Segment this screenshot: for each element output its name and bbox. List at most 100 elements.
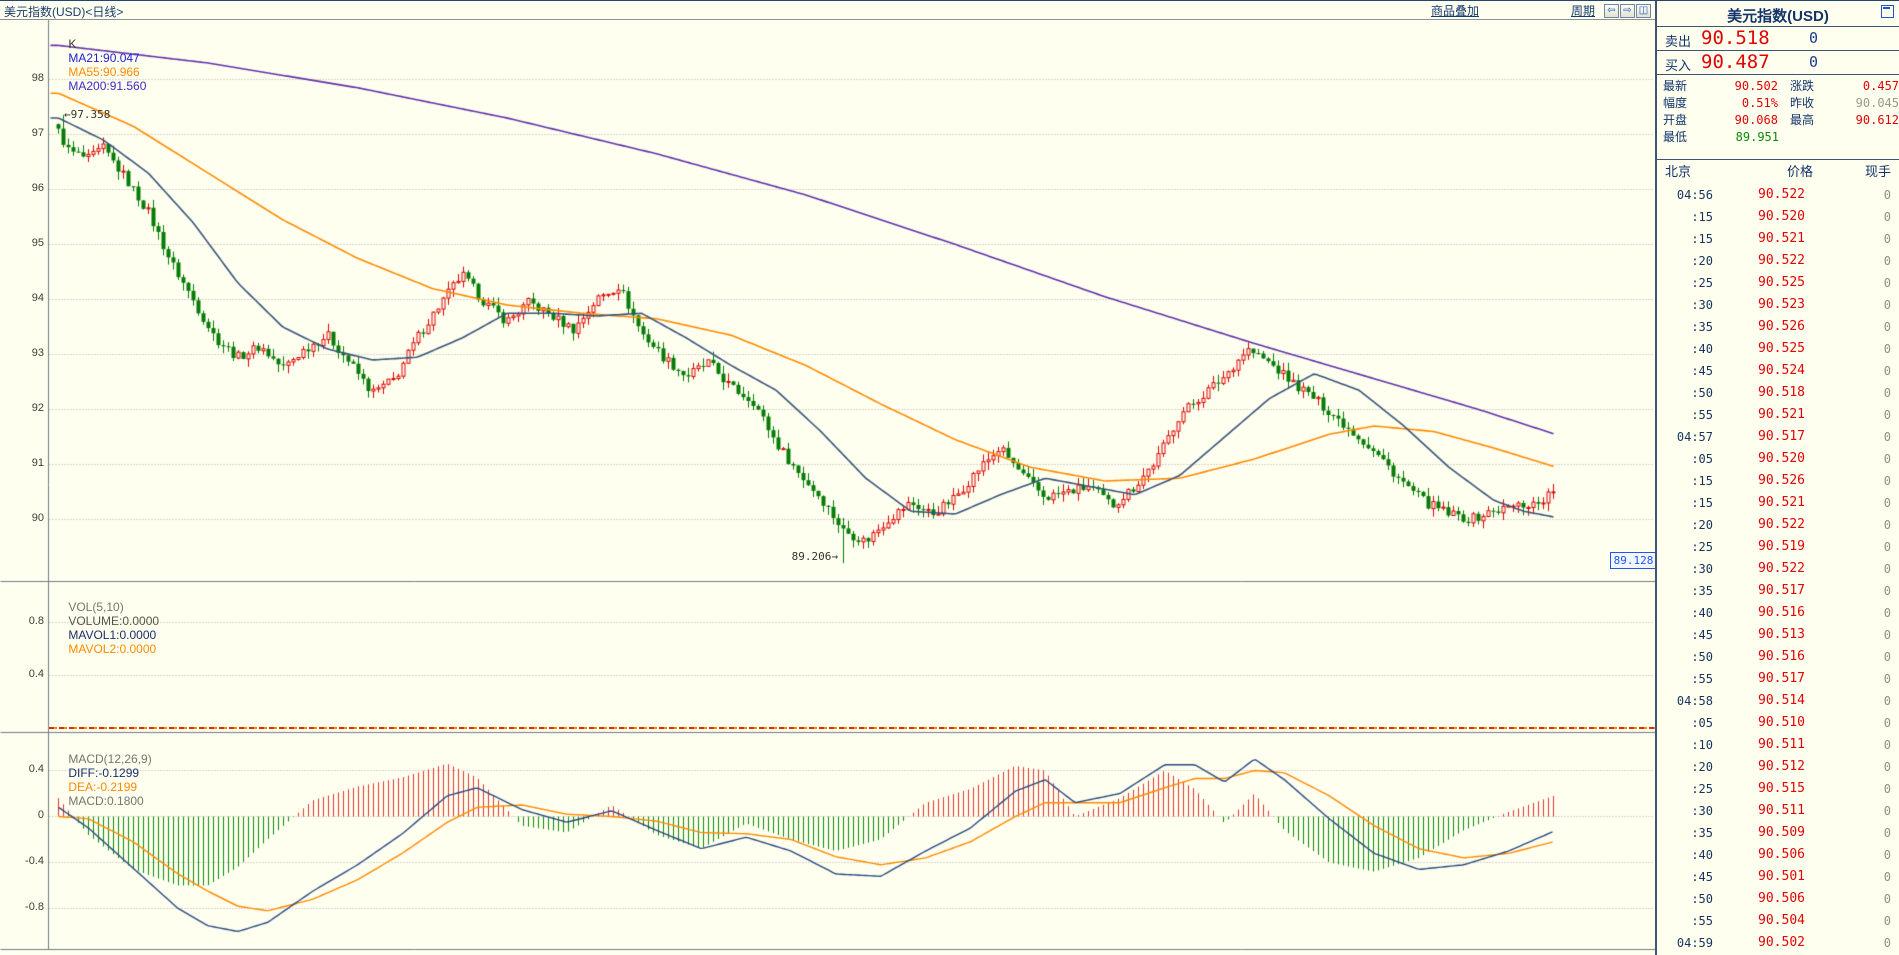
- macd-indicator-row: MACD(12,26,9) DIFF:-0.1299 DEA:-0.2199 M…: [55, 738, 155, 822]
- tick-price: 90.509: [1713, 822, 1805, 844]
- tick-price: 90.520: [1713, 448, 1805, 470]
- stat-value: 90.045: [1824, 95, 1899, 112]
- chart-canvas[interactable]: [0, 1, 1655, 955]
- tick-time: 04:59: [1657, 932, 1713, 954]
- tick-vol: 0: [1805, 294, 1899, 316]
- ma55-label: MA55:90.966: [68, 65, 139, 79]
- tick-vol: 0: [1805, 558, 1899, 580]
- macd-value-label: MACD:0.1800: [68, 794, 143, 808]
- tick-vol: 0: [1805, 272, 1899, 294]
- tick-price: 90.512: [1713, 756, 1805, 778]
- tick-row: :0590.5200: [1657, 448, 1899, 470]
- macd-label: MACD(12,26,9): [68, 752, 151, 766]
- nav-back-button[interactable]: ⇦: [1604, 4, 1619, 18]
- tick-time: :30: [1657, 294, 1713, 316]
- tick-price: 90.516: [1713, 646, 1805, 668]
- stat-value: 0.457: [1824, 78, 1899, 95]
- stat-row: 最新90.502涨跌0.457: [1657, 78, 1899, 95]
- instrument-title: 美元指数(USD): [1657, 1, 1899, 26]
- tick-time: :50: [1657, 382, 1713, 404]
- tick-time: :15: [1657, 228, 1713, 250]
- tick-row: :3090.5110: [1657, 800, 1899, 822]
- stat-label: 涨跌: [1778, 78, 1824, 95]
- tick-vol: 0: [1805, 184, 1899, 206]
- price-tag: 89.128: [1610, 552, 1657, 569]
- tick-row: :5090.5180: [1657, 382, 1899, 404]
- quote-panel: 美元指数(USD) 卖出 90.518 0 买入 90.487 0 最新90.5…: [1655, 1, 1899, 955]
- buy-label: 买入: [1665, 55, 1691, 74]
- tick-row: :2090.5220: [1657, 514, 1899, 536]
- tick-price: 90.526: [1713, 470, 1805, 492]
- tick-row: :3590.5260: [1657, 316, 1899, 338]
- tick-price: 90.506: [1713, 844, 1805, 866]
- tick-row: :3590.5170: [1657, 580, 1899, 602]
- ticks-col-price: 价格: [1721, 160, 1813, 184]
- dea-label: DEA:-0.2199: [68, 780, 137, 794]
- restore-window-icon[interactable]: [1881, 5, 1894, 18]
- tick-row: :3090.5220: [1657, 558, 1899, 580]
- ma21-label: MA21:90.047: [68, 51, 139, 65]
- sell-label: 卖出: [1665, 31, 1691, 50]
- ticks-list[interactable]: 04:5690.5220:1590.5200:1590.5210:2090.52…: [1657, 184, 1899, 954]
- tick-row: 04:5690.5220: [1657, 184, 1899, 206]
- tick-time: :30: [1657, 558, 1713, 580]
- tick-vol: 0: [1805, 404, 1899, 426]
- tick-time: :45: [1657, 360, 1713, 382]
- stat-label: 昨收: [1778, 95, 1824, 112]
- split-view-button[interactable]: ◫: [1636, 4, 1651, 18]
- overlay-instrument-link[interactable]: 商品叠加: [1431, 2, 1479, 19]
- tick-price: 90.525: [1713, 338, 1805, 360]
- ma200-label: MA200:91.560: [68, 79, 146, 93]
- tick-vol: 0: [1805, 888, 1899, 910]
- tick-row: 04:5890.5140: [1657, 690, 1899, 712]
- vol-label: VOL(5,10): [68, 600, 123, 614]
- tick-price: 90.518: [1713, 382, 1805, 404]
- tick-row: :1090.5110: [1657, 734, 1899, 756]
- tick-price: 90.522: [1713, 250, 1805, 272]
- tick-price: 90.523: [1713, 294, 1805, 316]
- tick-time: :20: [1657, 514, 1713, 536]
- tick-vol: 0: [1805, 800, 1899, 822]
- ticks-col-vol: 现手: [1813, 160, 1899, 184]
- tick-price: 90.521: [1713, 492, 1805, 514]
- stat-row: 最低89.951: [1657, 129, 1899, 146]
- macd-axis-label: -0.8: [0, 901, 44, 913]
- price-axis-label: 95: [0, 237, 44, 249]
- tick-price: 90.517: [1713, 580, 1805, 602]
- tick-row: :4090.5250: [1657, 338, 1899, 360]
- tick-time: :40: [1657, 338, 1713, 360]
- macd-axis-label: -0.4: [0, 855, 44, 867]
- tick-row: :4590.5130: [1657, 624, 1899, 646]
- tick-vol: 0: [1805, 668, 1899, 690]
- tick-price: 90.513: [1713, 624, 1805, 646]
- tick-row: :1590.5200: [1657, 206, 1899, 228]
- buy-volume: 0: [1809, 53, 1818, 71]
- quote-panel-header: 美元指数(USD): [1657, 1, 1899, 27]
- tick-price: 90.502: [1713, 932, 1805, 954]
- tick-time: :40: [1657, 844, 1713, 866]
- nav-forward-button[interactable]: ⇨: [1620, 4, 1635, 18]
- period-link[interactable]: 周期: [1571, 2, 1595, 19]
- tick-price: 90.504: [1713, 910, 1805, 932]
- tick-time: :55: [1657, 404, 1713, 426]
- vol-indicator-row: VOL(5,10) VOLUME:0.0000 MAVOL1:0.0000 MA…: [55, 586, 162, 670]
- tick-price: 90.506: [1713, 888, 1805, 910]
- tick-vol: 0: [1805, 822, 1899, 844]
- stat-value: 90.612: [1824, 112, 1899, 129]
- stat-value: 90.502: [1697, 78, 1778, 95]
- stat-label: 最新: [1657, 78, 1697, 95]
- tick-row: :2590.5190: [1657, 536, 1899, 558]
- stat-value: 0.51%: [1697, 95, 1778, 112]
- macd-axis-label: 0.4: [0, 763, 44, 775]
- tick-time: :50: [1657, 888, 1713, 910]
- tick-time: :20: [1657, 756, 1713, 778]
- tick-price: 90.517: [1713, 668, 1805, 690]
- tick-row: 04:5990.5020: [1657, 932, 1899, 954]
- tick-row: :5090.5160: [1657, 646, 1899, 668]
- tick-vol: 0: [1805, 910, 1899, 932]
- tick-price: 90.515: [1713, 778, 1805, 800]
- price-axis-label: 91: [0, 457, 44, 469]
- tick-price: 90.519: [1713, 536, 1805, 558]
- tick-vol: 0: [1805, 690, 1899, 712]
- mavol1-label: MAVOL1:0.0000: [68, 628, 156, 642]
